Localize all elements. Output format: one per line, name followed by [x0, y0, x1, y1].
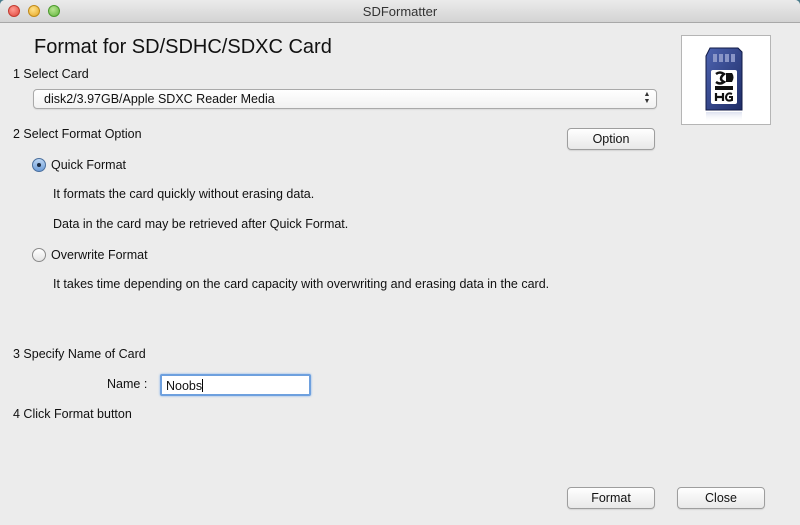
select-arrows-icon: ▲ ▼ [643, 91, 651, 105]
sd-card-logo [681, 35, 771, 125]
sd-card-icon [705, 47, 743, 122]
quick-format-radio[interactable] [32, 158, 46, 172]
quick-format-desc-1: It formats the card quickly without eras… [53, 187, 315, 201]
title-bar[interactable]: SDFormatter [0, 0, 800, 23]
text-caret [202, 379, 204, 392]
step3-label: 3 Specify Name of Card [13, 347, 146, 361]
step1-label: 1 Select Card [13, 67, 89, 81]
window-title: SDFormatter [362, 4, 438, 19]
close-button[interactable]: Close [677, 487, 765, 509]
name-label: Name : [107, 377, 148, 391]
overwrite-format-label[interactable]: Overwrite Format [51, 248, 148, 262]
format-button[interactable]: Format [567, 487, 655, 509]
card-select-value: disk2/3.97GB/Apple SDXC Reader Media [44, 92, 275, 106]
overwrite-format-desc: It takes time depending on the card capa… [53, 277, 550, 291]
step4-label: 4 Click Format button [13, 407, 132, 421]
card-select[interactable]: disk2/3.97GB/Apple SDXC Reader Media ▲ ▼ [33, 89, 657, 109]
card-name-input[interactable]: Noobs [160, 374, 311, 396]
option-button[interactable]: Option [567, 128, 655, 150]
quick-format-label[interactable]: Quick Format [51, 158, 126, 172]
sdformatter-window: SDFormatter Format for SD/SDHC/SDXC Card [0, 0, 800, 525]
card-name-value: Noobs [166, 379, 203, 393]
step2-label: 2 Select Format Option [13, 127, 142, 141]
overwrite-format-radio[interactable] [32, 248, 46, 262]
page-title: Format for SD/SDHC/SDXC Card [34, 36, 332, 58]
quick-format-desc-2: Data in the card may be retrieved after … [53, 217, 349, 231]
radio-dot-icon [37, 163, 41, 167]
